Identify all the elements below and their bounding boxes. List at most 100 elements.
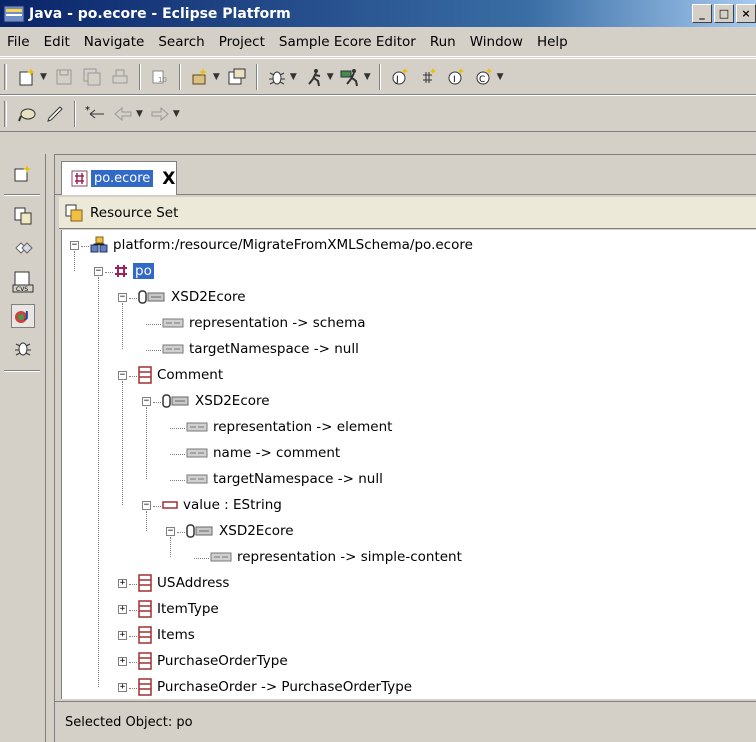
pen-icon[interactable] <box>44 103 66 125</box>
tab-close-icon[interactable]: X <box>162 169 175 189</box>
cvs-icon[interactable]: CVS <box>11 270 35 294</box>
back-dropdown-arrow[interactable]: ▼ <box>136 109 143 119</box>
debug-perspective-icon[interactable] <box>11 336 35 360</box>
menu-project[interactable]: Project <box>212 27 272 57</box>
expand-toggle[interactable]: + <box>118 683 127 692</box>
java-perspective-icon[interactable]: J <box>11 304 35 328</box>
tree-node[interactable]: XSD2Ecore <box>185 519 294 543</box>
menu-window[interactable]: Window <box>463 27 530 57</box>
tree-node[interactable]: Items <box>137 623 195 647</box>
debug-dropdown-arrow[interactable]: ▼ <box>290 72 297 82</box>
collapse-toggle[interactable]: − <box>118 371 127 380</box>
open-perspective-icon[interactable] <box>11 162 35 186</box>
tree-node[interactable]: XSD2Ecore <box>161 389 270 413</box>
team-sync-icon[interactable] <box>11 236 35 260</box>
tree-node-label: representation -> element <box>213 419 393 435</box>
new-java-project-icon[interactable] <box>189 66 211 88</box>
tree-node[interactable]: value : EString <box>161 493 282 517</box>
tree-connector-line <box>153 506 161 507</box>
search-icon[interactable] <box>16 103 38 125</box>
new-dropdown-arrow[interactable]: ▼ <box>40 72 47 82</box>
new-package-icon[interactable] <box>417 66 439 88</box>
expand-toggle[interactable]: + <box>118 657 127 666</box>
menu-help[interactable]: Help <box>530 27 575 57</box>
save-icon[interactable] <box>53 66 75 88</box>
tree-node[interactable]: PurchaseOrderType <box>137 649 288 673</box>
entry-icon <box>185 444 209 462</box>
minimize-button[interactable]: _ <box>692 4 712 23</box>
tree-connector-line <box>122 381 123 505</box>
last-edit-icon[interactable]: * <box>84 103 106 125</box>
package-icon <box>113 262 129 280</box>
collapse-toggle[interactable]: − <box>70 241 79 250</box>
tree-node[interactable]: platform:/resource/MigrateFromXMLSchema/… <box>89 233 473 257</box>
collapse-toggle[interactable]: − <box>142 501 151 510</box>
tree-node[interactable]: representation -> element <box>185 415 392 439</box>
collapse-toggle[interactable]: − <box>118 293 127 302</box>
tree-node[interactable]: PurchaseOrder -> PurchaseOrderType <box>137 675 412 699</box>
tree-node[interactable]: targetNamespace -> null <box>185 467 383 491</box>
tree-connector-line <box>129 636 137 637</box>
tree-node[interactable]: name -> comment <box>185 441 340 465</box>
perspective-shortcut-bar: CVS J <box>0 154 46 742</box>
svg-text:CVS: CVS <box>16 286 28 293</box>
tree-node[interactable]: representation -> simple-content <box>209 545 462 569</box>
new-element-dropdown-arrow[interactable]: ▼ <box>497 72 504 82</box>
tree-node-label: Items <box>157 627 195 643</box>
resource-perspective-icon[interactable] <box>11 204 35 228</box>
ecore-file-icon <box>71 170 88 187</box>
maximize-button[interactable]: □ <box>714 4 734 23</box>
menu-edit[interactable]: Edit <box>37 27 77 57</box>
collapse-toggle[interactable]: − <box>142 397 151 406</box>
menu-search[interactable]: Search <box>151 27 211 57</box>
toolbar-grip[interactable] <box>4 100 7 127</box>
menu-bar: File Edit Navigate Search Project Sample… <box>0 27 756 57</box>
open-type-icon[interactable]: 10 <box>149 66 171 88</box>
class-icon <box>137 366 153 384</box>
tree-node[interactable]: representation -> schema <box>161 311 366 335</box>
expand-toggle[interactable]: + <box>118 605 127 614</box>
tree-node[interactable]: USAddress <box>137 571 229 595</box>
close-button[interactable]: × <box>736 4 756 23</box>
menu-run[interactable]: Run <box>423 27 463 57</box>
entry-icon <box>161 340 185 358</box>
collapse-toggle[interactable]: − <box>166 527 175 536</box>
expand-toggle[interactable]: + <box>118 631 127 640</box>
new-class-icon[interactable]: J <box>389 66 411 88</box>
external-tools-dropdown-arrow[interactable]: ▼ <box>364 72 371 82</box>
save-all-icon[interactable] <box>81 66 103 88</box>
menu-sample-ecore-editor[interactable]: Sample Ecore Editor <box>272 27 423 57</box>
run-icon[interactable] <box>303 66 325 88</box>
tree-node[interactable]: ItemType <box>137 597 219 621</box>
new-wizard-icon[interactable] <box>16 66 38 88</box>
new-interface-icon[interactable]: I <box>445 66 467 88</box>
tree-node[interactable]: Comment <box>137 363 223 387</box>
tree-node[interactable]: targetNamespace -> null <box>161 337 359 361</box>
back-icon[interactable] <box>112 103 134 125</box>
new-project-dropdown-arrow[interactable]: ▼ <box>213 72 220 82</box>
tree-connector-line <box>129 376 137 377</box>
print-icon[interactable] <box>109 66 131 88</box>
forward-icon[interactable] <box>149 103 171 125</box>
menu-navigate[interactable]: Navigate <box>77 27 152 57</box>
toolbar-grip[interactable] <box>4 63 7 90</box>
open-perspective-icon[interactable] <box>226 66 248 88</box>
expand-toggle[interactable]: + <box>118 579 127 588</box>
debug-icon[interactable] <box>266 66 288 88</box>
status-bar: Selected Object: po <box>55 701 756 742</box>
tree-node[interactable]: po <box>113 259 154 283</box>
tree-node[interactable]: XSD2Ecore <box>137 285 246 309</box>
forward-dropdown-arrow[interactable]: ▼ <box>173 109 180 119</box>
svg-text:10: 10 <box>158 76 167 84</box>
collapse-toggle[interactable]: − <box>94 267 103 276</box>
menu-file[interactable]: File <box>0 27 37 57</box>
attribute-icon <box>161 496 179 514</box>
tree-node-label: targetNamespace -> null <box>213 471 383 487</box>
external-tools-icon[interactable] <box>340 66 362 88</box>
run-dropdown-arrow[interactable]: ▼ <box>327 72 334 82</box>
new-enum-icon[interactable]: C <box>473 66 495 88</box>
svg-text:J: J <box>395 75 399 85</box>
resource-set-icon <box>65 204 83 221</box>
tree-node-label: targetNamespace -> null <box>189 341 359 357</box>
tab-po-ecore[interactable]: po.ecore X <box>61 161 177 195</box>
